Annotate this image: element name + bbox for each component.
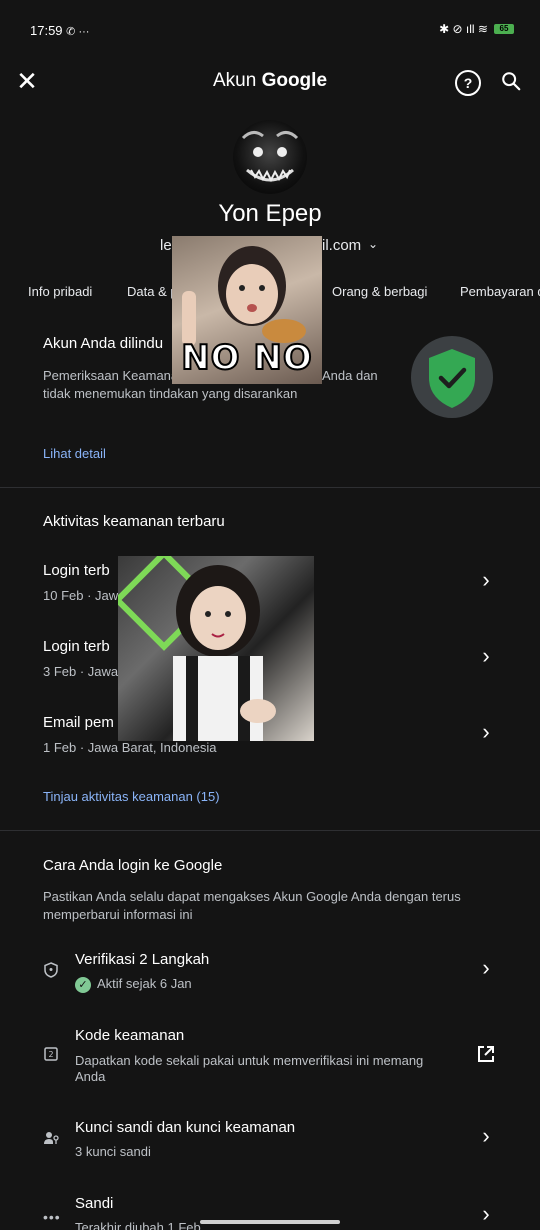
activity-row-sub: 3 Feb · Jawa xyxy=(43,664,119,679)
password-title: Sandi xyxy=(75,1195,114,1212)
two-step-row[interactable]: Verifikasi 2 Langkah ✓ Aktif sejak 6 Jan … xyxy=(0,948,540,998)
open-external-icon[interactable] xyxy=(476,1044,496,1064)
shield-check-icon xyxy=(429,349,475,408)
shield-icon xyxy=(44,962,58,978)
two-step-status: ✓ Aktif sejak 6 Jan xyxy=(75,976,192,993)
activity-row-title: Login terb xyxy=(43,638,110,655)
security-code-sub-line2: Anda xyxy=(75,1069,106,1084)
protected-title: Akun Anda dilindu xyxy=(43,335,164,352)
protected-desc-end: Anda dan xyxy=(322,368,378,383)
email-start: le xyxy=(160,237,172,254)
protected-desc-line2: tidak menemukan tindakan yang disarankan xyxy=(43,386,298,401)
password-sub: Terakhir diubah 1 Feb xyxy=(75,1220,201,1230)
login-title: Cara Anda login ke Google xyxy=(43,857,223,874)
chevron-right-icon: › xyxy=(482,1123,490,1148)
divider xyxy=(0,487,540,488)
status-icons-glyphs: ✱ ⊘ ıll ≋ xyxy=(439,22,488,36)
activity-row-sub: 1 Feb · Jawa Barat, Indonesia xyxy=(43,740,217,755)
status-time: 17:59 ✆ ··· xyxy=(30,23,90,38)
profile-name: Yon Epep xyxy=(218,200,322,227)
two-step-title: Verifikasi 2 Langkah xyxy=(75,951,210,968)
chevron-down-icon: ⌄ xyxy=(368,237,379,251)
chevron-right-icon: › xyxy=(482,719,490,744)
chevron-right-icon: › xyxy=(482,567,490,592)
status-icons: ✱ ⊘ ıll ≋ 65 xyxy=(439,22,514,36)
sticker-caption: NO NO xyxy=(180,337,313,379)
chevron-right-icon: › xyxy=(482,1201,490,1226)
lihat-detail-link[interactable]: Lihat detail xyxy=(43,446,106,461)
battery-icon: 65 xyxy=(494,24,514,34)
passkey-icon xyxy=(44,1132,59,1144)
protected-desc-start: Pemeriksaan Keamana xyxy=(43,368,179,383)
login-desc-line2: memperbarui informasi ini xyxy=(43,907,193,922)
activity-row-title: Email pem xyxy=(43,714,114,731)
sticker-image-pointing xyxy=(118,556,314,741)
search-icon[interactable] xyxy=(500,70,522,92)
tab-data-privasi[interactable]: Data & p xyxy=(127,284,178,299)
passkey-sub: 3 kunci sandi xyxy=(75,1144,151,1159)
passkey-row[interactable]: Kunci sandi dan kunci keamanan 3 kunci s… xyxy=(0,1116,540,1166)
chevron-right-icon: › xyxy=(482,955,490,980)
security-code-title: Kode keamanan xyxy=(75,1027,185,1044)
tab-orang-berbagi[interactable]: Orang & berbagi xyxy=(332,284,427,299)
email-end: il.com xyxy=(322,237,362,254)
login-desc-line1: Pastikan Anda selalu dapat mengakses Aku… xyxy=(43,889,461,904)
activity-title: Aktivitas keamanan terbaru xyxy=(43,513,225,530)
divider xyxy=(0,830,540,831)
activity-row-title: Login terb xyxy=(43,562,110,579)
home-indicator[interactable] xyxy=(200,1220,340,1224)
check-circle-icon: ✓ xyxy=(75,976,91,993)
activity-row-sub: 10 Feb · Jaw xyxy=(43,588,119,603)
tab-info-pribadi[interactable]: Info pribadi xyxy=(28,284,92,299)
chevron-right-icon: › xyxy=(482,643,490,668)
security-code-sub-line1: Dapatkan kode sekali pakai untuk memveri… xyxy=(75,1053,424,1068)
password-icon: ••• xyxy=(43,1209,61,1225)
code-icon: 2 xyxy=(44,1047,58,1061)
sticker-girl-pointing-illustration xyxy=(173,565,276,741)
svg-text:2: 2 xyxy=(48,1050,53,1059)
tab-pembayaran[interactable]: Pembayaran d xyxy=(460,284,540,299)
avatar-image xyxy=(241,131,299,183)
passkey-title: Kunci sandi dan kunci keamanan xyxy=(75,1119,296,1136)
avatar[interactable] xyxy=(233,120,307,194)
password-row[interactable]: ••• Sandi Terakhir diubah 1 Feb › xyxy=(0,1192,540,1230)
sticker-image-no-no: NO NO xyxy=(172,236,322,384)
shield-badge xyxy=(411,336,493,418)
security-code-row[interactable]: 2 Kode keamanan Dapatkan kode sekali pak… xyxy=(0,1024,540,1088)
help-icon[interactable]: ? xyxy=(455,70,481,96)
review-activity-link[interactable]: Tinjau aktivitas keamanan (15) xyxy=(43,789,220,804)
